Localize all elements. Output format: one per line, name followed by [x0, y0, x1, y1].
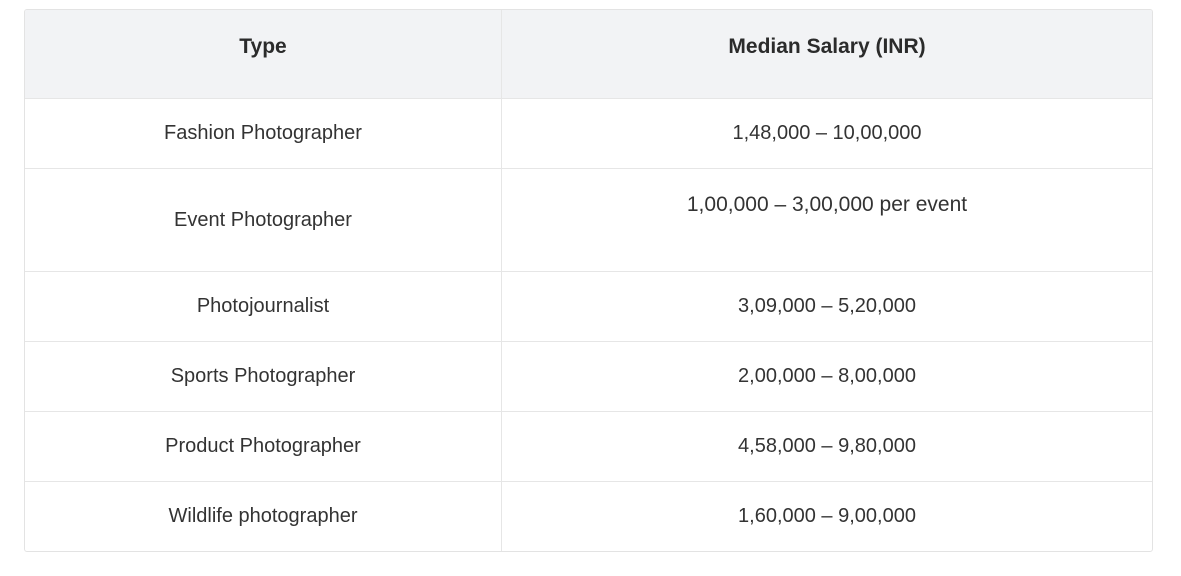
- type-cell: Photojournalist: [25, 272, 502, 341]
- salary-cell: 1,60,000 – 9,00,000: [738, 505, 916, 527]
- table-row: Wildlife photographer 1,60,000 – 9,00,00…: [25, 481, 1152, 551]
- salary-cell: 4,58,000 – 9,80,000: [738, 435, 916, 457]
- salary-cell: 3,09,000 – 5,20,000: [738, 295, 916, 317]
- type-cell: Event Photographer: [25, 169, 502, 271]
- header-type: Type: [25, 10, 502, 98]
- table-row: Sports Photographer 2,00,000 – 8,00,000: [25, 341, 1152, 411]
- table-row: Product Photographer 4,58,000 – 9,80,000: [25, 411, 1152, 481]
- header-median-salary: Median Salary (INR): [728, 35, 926, 58]
- table-row: Fashion Photographer 1,48,000 – 10,00,00…: [25, 98, 1152, 168]
- type-cell: Fashion Photographer: [25, 99, 502, 168]
- table-header-row: Type Median Salary (INR): [25, 10, 1152, 98]
- type-cell: Product Photographer: [25, 412, 502, 481]
- salary-table: Type Median Salary (INR) Fashion Photogr…: [24, 9, 1153, 552]
- type-cell: Wildlife photographer: [25, 482, 502, 551]
- salary-cell: 1,48,000 – 10,00,000: [732, 122, 922, 144]
- table-row: Photojournalist 3,09,000 – 5,20,000: [25, 271, 1152, 341]
- salary-cell: 2,00,000 – 8,00,000: [738, 365, 916, 387]
- salary-cell: 1,00,000 – 3,00,000 per event: [686, 193, 968, 216]
- table-row: Event Photographer 1,00,000 – 3,00,000 p…: [25, 168, 1152, 271]
- type-cell: Sports Photographer: [25, 342, 502, 411]
